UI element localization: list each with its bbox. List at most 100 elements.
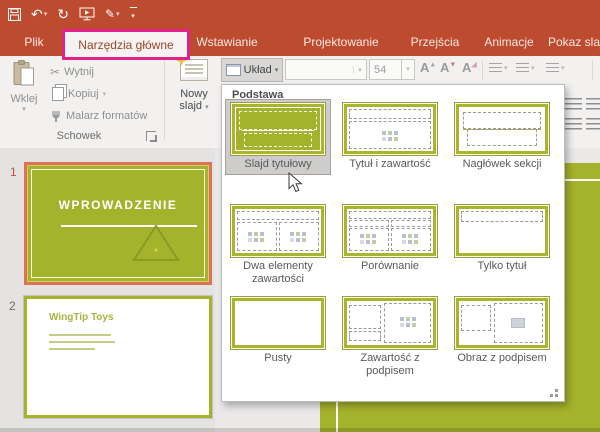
tab-pokaz-slajdow[interactable]: Pokaz slajdów	[548, 28, 600, 56]
bullets-button[interactable]: ▾	[489, 63, 508, 74]
chevron-down-icon: ▾	[131, 13, 135, 20]
new-slide-label-1: Nowy	[170, 88, 218, 100]
layout-option-label: Tytuł i zawartość	[340, 158, 440, 171]
numbering-button[interactable]: ▾	[516, 63, 535, 74]
font-size-dropdown[interactable]: ▾	[401, 59, 415, 80]
layout-option-naglowek-sekcji[interactable]: Nagłówek sekcji	[450, 100, 554, 174]
clipboard-dialog-launcher[interactable]	[146, 131, 156, 141]
quick-access-toolbar: ↶ ▾ ↻ ✎ ▾ ▾	[8, 2, 137, 26]
list-options-button[interactable]: ▾	[546, 63, 565, 74]
undo-button[interactable]: ↶ ▾	[31, 7, 47, 21]
copy-icon	[52, 87, 64, 101]
bullet-list-icon	[489, 63, 502, 74]
chevron-down-icon: ▾	[275, 67, 279, 74]
slide-1-title: WPROWADZENIE	[27, 198, 209, 212]
overbar	[130, 7, 137, 8]
repeat-button[interactable]: ↻	[57, 7, 69, 21]
layout-option-label: Zawartość z podpisem	[340, 352, 440, 378]
slide-thumbnail-1[interactable]: WPROWADZENIE	[24, 162, 212, 285]
new-slide-icon	[180, 59, 208, 81]
format-painter-button[interactable]: Malarz formatów	[50, 107, 147, 125]
layout-option-tytul-i-zawartosc[interactable]: Tytuł i zawartość	[338, 100, 442, 174]
layout-option-label: Dwa elementy zawartości	[228, 260, 328, 286]
align-lines-icon	[565, 98, 582, 111]
ink-tools-button[interactable]: ✎ ▾	[105, 7, 120, 21]
triangle-shape	[131, 224, 181, 262]
grow-font-button[interactable]: A▲	[420, 60, 436, 75]
layout-option-porownanie[interactable]: Porównanie	[338, 202, 442, 276]
scissors-icon: ✂	[50, 65, 60, 79]
copy-label: Kopiuj	[68, 88, 99, 100]
layout-option-label: Porównanie	[340, 260, 440, 273]
repeat-icon: ↻	[57, 7, 69, 21]
new-slide-label-2: slajd ▾	[170, 100, 218, 112]
cut-label: Wytnij	[64, 66, 94, 78]
slide-2-title: WingTip Toys	[49, 312, 114, 323]
undo-icon: ↶	[31, 7, 43, 21]
start-slideshow-button[interactable]	[79, 7, 95, 21]
clipboard-group-label: Schowek	[0, 130, 158, 142]
powerpoint-window: ↶ ▾ ↻ ✎ ▾ ▾ Plik Narzędzia głów	[0, 0, 600, 432]
layout-button[interactable]: Układ ▾	[221, 58, 283, 82]
layout-option-label: Obraz z podpisem	[452, 352, 552, 365]
format-painter-icon	[50, 110, 62, 122]
customize-qat-button[interactable]: ▾	[130, 7, 137, 21]
line-spacing-button[interactable]	[565, 118, 582, 134]
font-size-combo[interactable]: 54	[369, 59, 402, 80]
layout-option-slajd-tytulowy[interactable]: Slajd tytułowy	[226, 100, 330, 174]
tab-narzedzia-glowne[interactable]: Narzędzia główne	[62, 29, 190, 60]
chevron-down-icon: ▾	[116, 11, 120, 18]
chevron-down-icon: ▾	[353, 66, 366, 74]
numbered-list-icon	[516, 63, 529, 74]
align-center-button[interactable]	[586, 98, 600, 114]
layout-option-label: Slajd tytułowy	[228, 158, 328, 171]
layout-option-label: Nagłówek sekcji	[452, 158, 552, 171]
shrink-font-button[interactable]: A▼	[440, 60, 456, 75]
layout-button-label: Układ	[244, 64, 272, 76]
clear-formatting-button[interactable]: A◢	[462, 60, 477, 75]
menu-resize-grip[interactable]	[555, 389, 558, 392]
layout-gallery-menu: Podstawa Slajd tytułowy Tytuł i zawartoś…	[221, 84, 565, 402]
layout-option-obraz-z-podpisem[interactable]: Obraz z podpisem	[450, 294, 554, 368]
columns-button[interactable]	[586, 118, 600, 134]
chevron-down-icon: ▾	[406, 66, 410, 73]
chevron-down-icon: ▾	[103, 91, 107, 98]
font-name-combo[interactable]: ▾	[285, 59, 367, 80]
chevron-down-icon: ▾	[44, 11, 48, 18]
copy-button[interactable]: Kopiuj ▾	[50, 85, 106, 103]
separator	[482, 60, 483, 80]
bullet-line	[49, 348, 95, 350]
separator	[592, 60, 593, 80]
tab-przejscia[interactable]: Przejścia	[404, 28, 466, 56]
columns-lines-icon	[586, 118, 600, 131]
bullet-line	[49, 341, 115, 343]
mouse-cursor-icon	[288, 172, 304, 193]
tab-plik[interactable]: Plik	[14, 28, 54, 56]
cut-button[interactable]: ✂ Wytnij	[50, 63, 94, 81]
layout-option-pusty[interactable]: Pusty	[226, 294, 330, 368]
new-slide-button[interactable]: Nowy slajd ▾	[170, 59, 218, 141]
save-button[interactable]	[8, 8, 21, 21]
layout-option-label: Tylko tytuł	[452, 260, 552, 273]
chevron-down-icon: ▾	[531, 65, 535, 72]
slide-number: 2	[9, 299, 16, 313]
slideshow-icon	[79, 7, 95, 21]
layout-option-zawartosc-z-podpisem[interactable]: Zawartość z podpisem	[338, 294, 442, 381]
align-lines-icon	[586, 98, 600, 111]
layout-option-tylko-tytul[interactable]: Tylko tytuł	[450, 202, 554, 276]
tab-animacje[interactable]: Animacje	[478, 28, 540, 56]
align-left-button[interactable]	[565, 98, 582, 114]
bullet-line	[49, 334, 111, 336]
tab-label: Narzędzia główne	[78, 38, 173, 52]
slide-number: 1	[10, 165, 17, 179]
save-icon	[8, 8, 21, 21]
tab-projektowanie[interactable]: Projektowanie	[296, 28, 386, 56]
slide-thumbnail-2[interactable]: WingTip Toys	[24, 296, 212, 418]
chevron-down-icon: ▾	[5, 106, 43, 113]
multilevel-list-icon	[546, 63, 559, 74]
tab-wstawianie[interactable]: Wstawianie	[194, 28, 260, 56]
layout-option-dwa-elementy-zawartosci[interactable]: Dwa elementy zawartości	[226, 202, 330, 289]
chevron-down-icon: ▾	[561, 65, 565, 72]
layout-option-label: Pusty	[228, 352, 328, 365]
clipboard-icon	[13, 60, 35, 87]
